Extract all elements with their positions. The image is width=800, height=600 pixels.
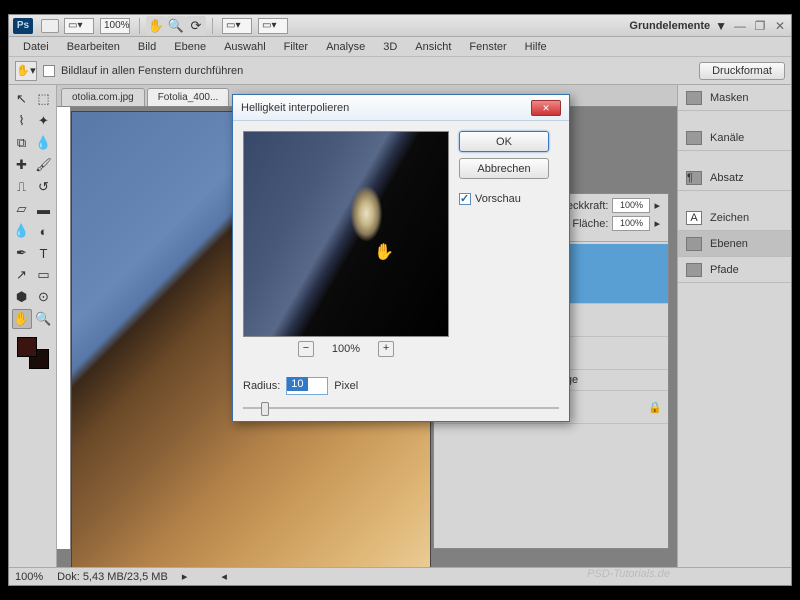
- wand-tool[interactable]: ✦: [34, 111, 54, 131]
- menu-auswahl[interactable]: Auswahl: [216, 39, 274, 55]
- slider-thumb[interactable]: [261, 402, 269, 416]
- menu-hilfe[interactable]: Hilfe: [517, 39, 555, 55]
- dodge-tool[interactable]: ◐: [34, 221, 54, 241]
- dialog-title: Helligkeit interpolieren: [241, 102, 349, 114]
- heal-tool[interactable]: ✚: [12, 155, 32, 175]
- zoom-in-button[interactable]: +: [378, 341, 394, 357]
- path-tool[interactable]: ↗: [12, 265, 32, 285]
- gradient-tool[interactable]: ▬: [34, 199, 54, 219]
- radius-unit: Pixel: [334, 380, 358, 392]
- menu-ebene[interactable]: Ebene: [166, 39, 214, 55]
- marquee-tool[interactable]: ⬚: [34, 89, 54, 109]
- color-swatches[interactable]: [17, 337, 49, 369]
- zoom-out-button[interactable]: −: [298, 341, 314, 357]
- shape-tool[interactable]: ▭: [34, 265, 54, 285]
- view-dropdown[interactable]: ▭▾: [64, 18, 94, 34]
- zoom-dropdown[interactable]: 100%: [100, 18, 130, 34]
- dialog-titlebar[interactable]: Helligkeit interpolieren ✕: [233, 95, 569, 121]
- tab-kanale[interactable]: Kanäle: [678, 125, 791, 151]
- radius-label: Radius:: [243, 380, 280, 392]
- tab-pfade[interactable]: Pfade: [678, 257, 791, 283]
- fill-label: Fläche:: [572, 218, 608, 230]
- current-tool-icon[interactable]: ✋▾: [15, 61, 37, 81]
- menu-bar: Datei Bearbeiten Bild Ebene Auswahl Filt…: [9, 37, 791, 57]
- app-logo: Ps: [13, 18, 33, 34]
- move-tool[interactable]: ↖: [12, 89, 32, 109]
- hand-cursor-icon: ✋: [374, 242, 394, 262]
- scroll-all-label: Bildlauf in allen Fenstern durchführen: [61, 65, 243, 77]
- ruler-vertical: [57, 107, 71, 549]
- radius-slider[interactable]: [243, 399, 559, 417]
- menu-fenster[interactable]: Fenster: [461, 39, 514, 55]
- layers-icon: [686, 237, 702, 251]
- restore-button[interactable]: ❐: [753, 19, 767, 33]
- status-zoom: 100%: [15, 571, 43, 583]
- lasso-tool[interactable]: ⌇: [12, 111, 32, 131]
- 3d-tool[interactable]: ⬢: [12, 287, 32, 307]
- brush-tool[interactable]: 🖌: [34, 155, 54, 175]
- menu-bild[interactable]: Bild: [130, 39, 164, 55]
- menu-datei[interactable]: Datei: [15, 39, 57, 55]
- filter-dialog: Helligkeit interpolieren ✕ ✋ − 100% + OK…: [232, 94, 570, 422]
- menu-analyse[interactable]: Analyse: [318, 39, 373, 55]
- tab-masken[interactable]: Masken: [678, 85, 791, 111]
- filter-preview[interactable]: ✋: [243, 131, 449, 337]
- blur-tool[interactable]: 💧: [12, 221, 32, 241]
- opacity-input[interactable]: 100%: [612, 198, 650, 213]
- preview-zoom: 100%: [332, 343, 360, 355]
- menu-3d[interactable]: 3D: [375, 39, 405, 55]
- tab-zeichen[interactable]: AZeichen: [678, 205, 791, 231]
- bridge-button[interactable]: [41, 19, 59, 33]
- cancel-button[interactable]: Abbrechen: [459, 158, 549, 179]
- ok-button[interactable]: OK: [459, 131, 549, 152]
- arrange-dropdown[interactable]: ▭▾: [222, 18, 252, 34]
- paragraph-icon: ¶: [686, 171, 702, 185]
- eyedropper-tool[interactable]: 💧: [34, 133, 54, 153]
- status-doc: Dok: 5,43 MB/23,5 MB: [57, 571, 168, 583]
- options-bar: ✋▾ Bildlauf in allen Fenstern durchführe…: [9, 57, 791, 85]
- eraser-tool[interactable]: ▱: [12, 199, 32, 219]
- preview-label: Vorschau: [475, 193, 521, 205]
- screenmode-dropdown[interactable]: ▭▾: [258, 18, 288, 34]
- foreground-swatch[interactable]: [17, 337, 37, 357]
- tab-absatz[interactable]: ¶Absatz: [678, 165, 791, 191]
- status-bar: 100% Dok: 5,43 MB/23,5 MB ▸◂: [9, 567, 791, 585]
- workspace-switcher[interactable]: Grundelemente ▼: [629, 19, 727, 33]
- hand-tool-icon[interactable]: ✋: [146, 16, 166, 36]
- menu-filter[interactable]: Filter: [276, 39, 316, 55]
- crop-tool[interactable]: ⧉: [12, 133, 32, 153]
- history-brush-tool[interactable]: ↺: [34, 177, 54, 197]
- menu-ansicht[interactable]: Ansicht: [407, 39, 459, 55]
- zoom-tool-icon[interactable]: 🔍: [166, 16, 186, 36]
- title-bar: Ps ▭▾ 100% ✋ 🔍 ⟳ ▭▾ ▭▾ Grundelemente ▼ —…: [9, 15, 791, 37]
- doc-tab-2[interactable]: Fotolia_400...: [147, 88, 230, 106]
- lock-icon: 🔒: [648, 401, 662, 414]
- fill-input[interactable]: 100%: [612, 216, 650, 231]
- rotate-view-icon[interactable]: ⟳: [186, 16, 206, 36]
- stamp-tool[interactable]: ⎍: [12, 177, 32, 197]
- tab-ebenen[interactable]: Ebenen: [678, 231, 791, 257]
- pen-tool[interactable]: ✒: [12, 243, 32, 263]
- menu-bearbeiten[interactable]: Bearbeiten: [59, 39, 128, 55]
- right-dock: Masken Kanäle ¶Absatz AZeichen Ebenen Pf…: [677, 85, 791, 567]
- dialog-close-button[interactable]: ✕: [531, 100, 561, 116]
- paths-icon: [686, 263, 702, 277]
- channels-icon: [686, 131, 702, 145]
- watermark: PSD-Tutorials.de: [587, 568, 670, 580]
- minimize-button[interactable]: —: [733, 19, 747, 33]
- mask-icon: [686, 91, 702, 105]
- hand-tool[interactable]: ✋: [12, 309, 32, 329]
- preview-checkbox[interactable]: [459, 193, 471, 205]
- type-tool[interactable]: T: [34, 243, 54, 263]
- character-icon: A: [686, 211, 702, 225]
- zoom-tool[interactable]: 🔍: [34, 309, 54, 329]
- scroll-all-checkbox[interactable]: [43, 65, 55, 77]
- doc-tab-1[interactable]: otolia.com.jpg: [61, 88, 145, 106]
- print-format-button[interactable]: Druckformat: [699, 62, 785, 80]
- radius-input[interactable]: 10: [286, 377, 328, 395]
- toolbox: ↖⬚ ⌇✦ ⧉💧 ✚🖌 ⎍↺ ▱▬ 💧◐ ✒T ↗▭ ⬢⊙ ✋🔍: [9, 85, 57, 567]
- close-button[interactable]: ✕: [773, 19, 787, 33]
- camera-tool[interactable]: ⊙: [34, 287, 54, 307]
